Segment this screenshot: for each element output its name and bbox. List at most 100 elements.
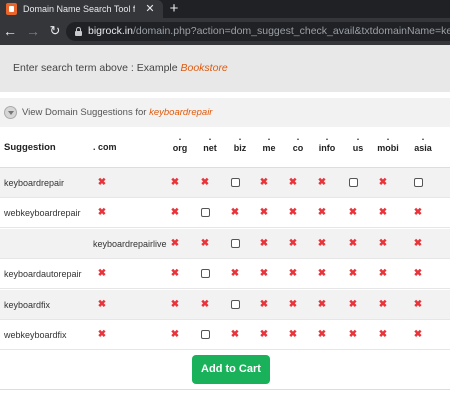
table-row: keyboardrepair ✖ ✖ ✖ ✖ ✖ ✖ ✖ <box>0 168 450 198</box>
close-icon: ✖ <box>378 207 388 218</box>
close-icon: ✖ <box>230 268 240 279</box>
column-header-label: me <box>262 143 276 153</box>
close-icon: ✖ <box>378 268 388 279</box>
browser-tab[interactable]: Domain Name Search Tool for Gr ✕ <box>0 0 163 18</box>
close-icon: ✖ <box>378 299 388 310</box>
suggestions-keyword: keyboardrepair <box>149 107 213 118</box>
domain-checkbox-net[interactable] <box>201 269 210 278</box>
close-icon: ✖ <box>288 238 298 249</box>
lock-icon[interactable] <box>75 27 82 36</box>
close-icon: ✖ <box>317 177 327 188</box>
table-row: keyboardrepairlive ✖ ✖ ✖ ✖ ✖ ✖ ✖ ✖ <box>0 229 450 259</box>
column-header-label: info <box>318 143 336 153</box>
search-hint-prefix: Enter search term above : Example <box>13 62 181 74</box>
suggestions-header[interactable]: View Domain Suggestions for keyboardrepa… <box>0 98 450 127</box>
close-icon: ✖ <box>259 238 269 249</box>
close-icon: ✖ <box>230 207 240 218</box>
close-icon: ✖ <box>230 329 240 340</box>
chevron-down-icon[interactable] <box>4 106 17 119</box>
suggestions-header-label[interactable]: View Domain Suggestions for keyboardrepa… <box>22 107 212 118</box>
table-row: keyboardfix ✖ ✖ ✖ ✖ ✖ ✖ ✖ ✖ ✖ <box>0 290 450 320</box>
close-icon: ✖ <box>288 177 298 188</box>
column-header-label: us <box>352 143 364 153</box>
close-icon: ✖ <box>259 177 269 188</box>
browser-toolbar: ← → ↻ bigrock.in/domain.php?action=dom_s… <box>0 18 450 45</box>
domain-checkbox-biz[interactable] <box>231 239 240 248</box>
add-to-cart-button[interactable]: Add to Cart <box>192 355 270 384</box>
column-header-dot: . <box>356 132 360 142</box>
column-header-label: biz <box>233 143 247 153</box>
tab-strip: Domain Name Search Tool for Gr ✕ + <box>0 0 450 18</box>
column-header-label: net <box>203 143 217 153</box>
site-favicon-icon <box>6 3 17 15</box>
close-icon: ✖ <box>170 299 180 310</box>
url-path: /domain.php?action=dom_suggest_check_ava… <box>132 25 450 37</box>
close-icon: ✖ <box>317 207 327 218</box>
column-header-mobi: . mobi <box>376 133 400 155</box>
close-icon: ✖ <box>170 238 180 249</box>
column-header-dot: . <box>325 132 329 142</box>
close-icon: ✖ <box>288 329 298 340</box>
url-text[interactable]: bigrock.in/domain.php?action=dom_suggest… <box>88 25 450 38</box>
close-icon: ✖ <box>97 207 107 218</box>
domain-checkbox-net[interactable] <box>201 208 210 217</box>
back-arrow-icon[interactable]: ← <box>2 22 18 40</box>
close-icon: ✖ <box>378 329 388 340</box>
column-header-org: . org <box>168 133 192 155</box>
close-icon: ✖ <box>317 299 327 310</box>
tab-title: Domain Name Search Tool for Gr <box>23 4 135 14</box>
column-header-me: . me <box>257 133 281 155</box>
close-icon: ✖ <box>348 299 358 310</box>
forward-arrow-icon[interactable]: → <box>25 22 41 40</box>
close-tab-icon[interactable]: ✕ <box>144 2 156 16</box>
column-header-dot: . <box>421 132 425 142</box>
column-header-dot: . <box>208 132 212 142</box>
domain-checkbox-us[interactable] <box>349 178 358 187</box>
close-icon: ✖ <box>317 329 327 340</box>
column-header-info: . info <box>315 132 339 155</box>
close-icon: ✖ <box>288 268 298 279</box>
close-icon: ✖ <box>259 207 269 218</box>
close-icon: ✖ <box>348 207 358 218</box>
column-header-us: . us <box>346 132 370 155</box>
close-icon: ✖ <box>413 268 423 279</box>
close-icon: ✖ <box>170 177 180 188</box>
close-icon: ✖ <box>200 299 210 310</box>
close-icon: ✖ <box>413 207 423 218</box>
column-header-label: mobi <box>377 143 399 153</box>
domain-checkbox-asia[interactable] <box>414 178 423 187</box>
close-icon: ✖ <box>200 238 210 249</box>
close-icon: ✖ <box>413 329 423 340</box>
close-icon: ✖ <box>348 268 358 279</box>
address-bar[interactable]: bigrock.in/domain.php?action=dom_suggest… <box>66 22 450 41</box>
close-icon: ✖ <box>97 299 107 310</box>
column-header-label: org <box>172 143 188 153</box>
close-icon: ✖ <box>259 329 269 340</box>
close-icon: ✖ <box>200 177 210 188</box>
table-row: webkeyboardfix ✖ ✖ ✖ ✖ ✖ ✖ ✖ ✖ ✖ <box>0 320 450 350</box>
domain-checkbox-net[interactable] <box>201 330 210 339</box>
close-icon: ✖ <box>259 268 269 279</box>
close-icon: ✖ <box>259 299 269 310</box>
column-header-co: . co <box>286 133 310 155</box>
suggestion-name: webkeyboardfix <box>4 330 67 340</box>
close-icon: ✖ <box>170 268 180 279</box>
close-icon: ✖ <box>317 268 327 279</box>
column-header-com: . com <box>93 142 117 152</box>
close-icon: ✖ <box>378 238 388 249</box>
reload-icon[interactable]: ↻ <box>47 22 63 40</box>
column-header-suggestion: Suggestion <box>4 142 56 153</box>
close-icon: ✖ <box>288 299 298 310</box>
close-icon: ✖ <box>378 177 388 188</box>
close-icon: ✖ <box>348 238 358 249</box>
search-hint-example: Bookstore <box>180 62 228 74</box>
new-tab-icon[interactable]: + <box>167 0 181 18</box>
suggestions-label-text: View Domain Suggestions for <box>22 107 150 118</box>
search-hint-text: Enter search term above : Example Bookst… <box>13 62 228 74</box>
domain-checkbox-biz[interactable] <box>231 300 240 309</box>
close-icon: ✖ <box>413 299 423 310</box>
domain-checkbox-biz[interactable] <box>231 178 240 187</box>
search-hint-panel: Enter search term above : Example Bookst… <box>0 45 450 92</box>
url-host: bigrock.in <box>88 25 133 37</box>
suggestion-name: keyboardautorepair <box>4 269 82 279</box>
